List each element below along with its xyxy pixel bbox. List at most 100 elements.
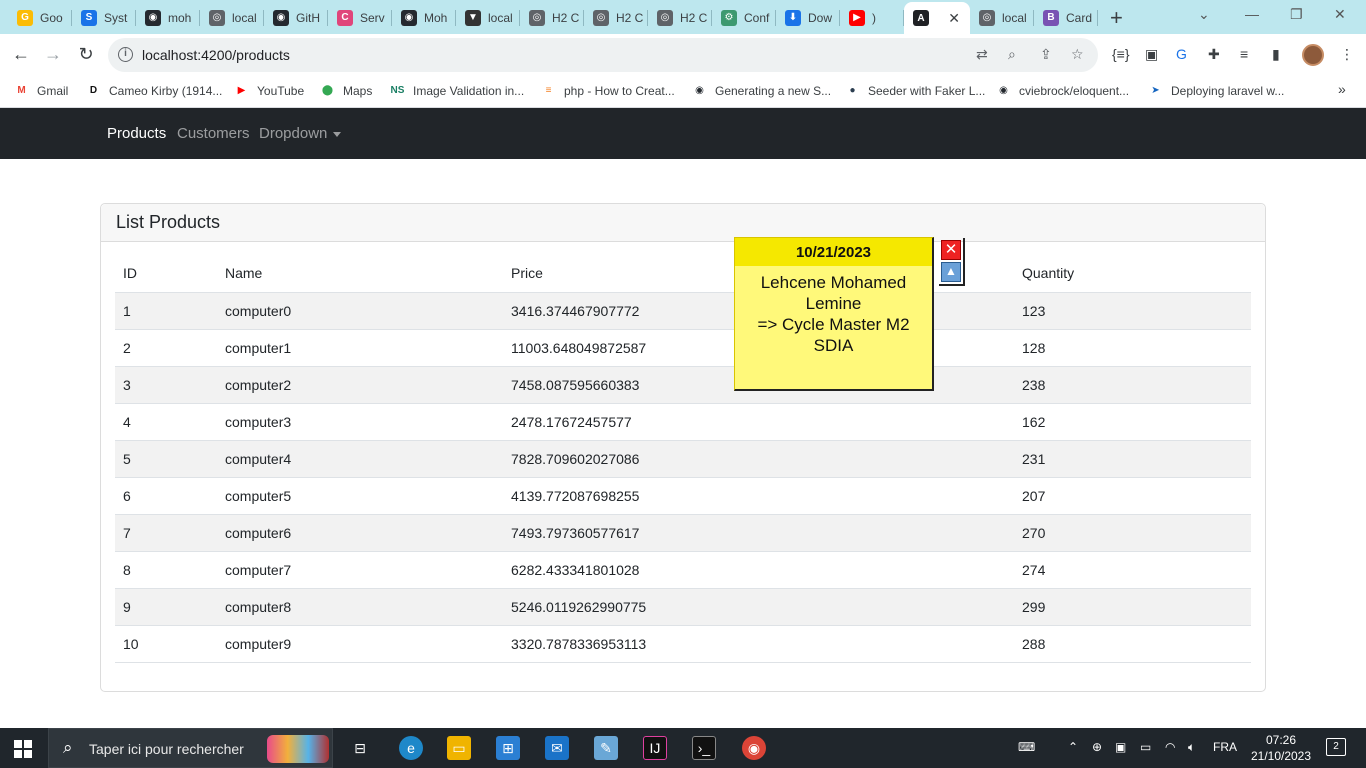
bookmark-star-icon[interactable]: ☆ bbox=[1071, 46, 1084, 63]
url-text[interactable]: localhost:4200/products bbox=[142, 47, 290, 63]
browser-tab[interactable]: ◉ Moh bbox=[392, 4, 456, 31]
tray-chevron-icon[interactable]: ⌃ bbox=[1068, 740, 1078, 754]
store-icon[interactable]: ⊞ bbox=[496, 736, 520, 760]
tab-label: H2 C bbox=[680, 10, 708, 25]
cell-price: 5246.0119262990775 bbox=[503, 588, 1014, 626]
nav-products[interactable]: Products bbox=[107, 125, 166, 142]
mail-icon[interactable]: ✉ bbox=[545, 736, 569, 760]
bookmark-item[interactable]: ◉ cviebrock/eloquent... bbox=[996, 83, 1129, 98]
browser-tab[interactable]: S Syst bbox=[72, 4, 136, 31]
sticky-note[interactable]: 10/21/2023 Lehcene Mohamed Lemine => Cyc… bbox=[734, 237, 965, 391]
bookmark-item[interactable]: D Cameo Kirby (1914... bbox=[86, 83, 223, 98]
edge-icon[interactable]: e bbox=[399, 736, 423, 760]
cell-name: computer6 bbox=[217, 514, 503, 552]
zoom-icon[interactable]: ⌕ bbox=[1008, 46, 1016, 63]
search-highlight-image bbox=[267, 735, 329, 763]
extensions-puzzle-icon[interactable]: ✚ bbox=[1208, 46, 1220, 63]
address-bar[interactable]: i localhost:4200/products ⇄ ⌕ ⇪ ☆ bbox=[108, 38, 1098, 72]
browser-tab[interactable]: ▶) bbox=[840, 4, 904, 31]
tray-device-icon[interactable]: ⊕ bbox=[1092, 740, 1102, 754]
wifi-icon[interactable]: ◠ bbox=[1165, 740, 1175, 754]
cell-name: computer1 bbox=[217, 329, 503, 367]
chrome-icon[interactable]: ◉ bbox=[742, 736, 766, 760]
notepad-icon[interactable]: ✎ bbox=[594, 736, 618, 760]
tab-label: local bbox=[488, 10, 513, 25]
table-row: 1 computer0 3416.374467907772 123 bbox=[115, 292, 1251, 330]
cell-id: 1 bbox=[115, 292, 217, 330]
tab-separator bbox=[1097, 10, 1098, 26]
tab-favicon-icon: ◎ bbox=[529, 9, 545, 26]
tab-favicon-icon: ⬇ bbox=[785, 9, 801, 26]
profile-avatar[interactable] bbox=[1302, 44, 1324, 66]
browser-tab[interactable]: ◎ H2 C bbox=[520, 4, 584, 31]
browser-tab[interactable]: ⚙ Conf bbox=[712, 4, 776, 31]
side-panel-icon[interactable]: ▮ bbox=[1272, 46, 1280, 63]
browser-tab[interactable]: ◎ local bbox=[970, 4, 1034, 31]
browser-tab[interactable]: C Serv bbox=[328, 4, 392, 31]
tray-app-icon[interactable]: ▣ bbox=[1115, 740, 1126, 754]
nav-customers[interactable]: Customers bbox=[177, 125, 250, 142]
browser-tab-active[interactable]: A ✕ bbox=[904, 2, 970, 34]
tab-search-icon[interactable]: ⌄ bbox=[1198, 6, 1210, 23]
cell-name: computer3 bbox=[217, 403, 503, 441]
column-header-name: Name bbox=[217, 255, 503, 293]
volume-icon[interactable]: 🔈︎ bbox=[1188, 740, 1195, 755]
notification-center-icon[interactable]: 2 bbox=[1326, 738, 1346, 756]
share-icon[interactable]: ⇪ bbox=[1040, 46, 1052, 63]
bookmark-item[interactable]: ▶ YouTube bbox=[234, 83, 305, 98]
taskbar-clock[interactable]: 07:26 21/10/2023 bbox=[1248, 732, 1314, 764]
reload-icon[interactable]: ↻ bbox=[75, 44, 97, 65]
cell-name: computer4 bbox=[217, 440, 503, 478]
restore-icon[interactable]: ❐ bbox=[1290, 6, 1303, 23]
browser-tab[interactable]: ◉ GitH bbox=[264, 4, 328, 31]
bookmark-item[interactable]: ≡ php - How to Creat... bbox=[541, 83, 675, 98]
nav-dropdown[interactable]: Dropdown bbox=[259, 125, 342, 142]
bookmark-favicon-icon: ≡ bbox=[545, 85, 552, 96]
bookmark-item[interactable]: ◉ Generating a new S... bbox=[692, 83, 831, 98]
extension-json-icon[interactable]: {≡} bbox=[1112, 46, 1130, 62]
tab-favicon-icon: ◎ bbox=[979, 9, 995, 26]
browser-tab[interactable]: ◎ local bbox=[200, 4, 264, 31]
bookmark-item[interactable]: NS Image Validation in... bbox=[390, 83, 525, 98]
sticky-note-line: SDIA bbox=[813, 336, 854, 355]
translate-icon[interactable]: ⇄ bbox=[976, 46, 988, 63]
task-view-icon[interactable]: ⊟ bbox=[348, 736, 372, 760]
file-explorer-icon[interactable]: ▭ bbox=[447, 736, 471, 760]
google-translate-icon[interactable]: G bbox=[1176, 46, 1187, 62]
browser-tab[interactable]: ◎ H2 C bbox=[584, 4, 648, 31]
intellij-icon[interactable]: IJ bbox=[643, 736, 667, 760]
browser-tab[interactable]: ◎ H2 C bbox=[648, 4, 712, 31]
extension-media-icon[interactable]: ▣ bbox=[1145, 46, 1158, 63]
taskbar-search[interactable]: ⌕ Taper ici pour rechercher bbox=[48, 728, 333, 768]
menu-kebab-icon[interactable]: ⋮ bbox=[1340, 46, 1354, 63]
terminal-icon[interactable]: ›_ bbox=[692, 736, 716, 760]
browser-tab[interactable]: G Goo bbox=[8, 4, 72, 31]
angular-favicon-icon: A bbox=[913, 10, 929, 26]
sticky-close-icon[interactable]: ✕ bbox=[941, 240, 961, 260]
site-info-icon[interactable]: i bbox=[118, 47, 133, 62]
battery-icon[interactable]: ▭ bbox=[1140, 740, 1151, 754]
bookmark-item[interactable]: ➤ Deploying laravel w... bbox=[1148, 83, 1284, 98]
browser-tab[interactable]: ▼ local bbox=[456, 4, 520, 31]
close-tab-icon[interactable]: ✕ bbox=[948, 10, 960, 27]
sticky-collapse-icon[interactable]: ▲ bbox=[941, 262, 961, 282]
minimize-icon[interactable]: — bbox=[1245, 6, 1259, 22]
close-window-icon[interactable]: ✕ bbox=[1334, 6, 1346, 23]
bookmark-item[interactable]: ⬤ Maps bbox=[320, 83, 372, 98]
browser-tab[interactable]: ◉ moh bbox=[136, 4, 200, 31]
app-navbar: Products Customers Dropdown bbox=[0, 108, 1366, 159]
keyboard-icon[interactable]: ⌨ bbox=[1018, 740, 1035, 754]
new-tab-button[interactable]: + bbox=[1110, 5, 1123, 31]
language-indicator[interactable]: FRA bbox=[1213, 740, 1237, 754]
bookmark-label: Maps bbox=[343, 83, 373, 98]
browser-tab[interactable]: ⬇ Dow bbox=[776, 4, 840, 31]
windows-start-icon[interactable] bbox=[14, 740, 32, 758]
browser-tab[interactable]: B Card bbox=[1034, 4, 1098, 31]
bookmark-item[interactable]: ● Seeder with Faker L... bbox=[845, 83, 985, 98]
forward-icon[interactable]: → bbox=[42, 44, 64, 65]
bookmark-item[interactable]: M Gmail bbox=[14, 83, 68, 98]
back-icon[interactable]: ← bbox=[10, 44, 32, 65]
tab-label: Moh bbox=[424, 10, 448, 25]
bookmarks-overflow-icon[interactable]: » bbox=[1338, 81, 1346, 97]
reading-list-icon[interactable]: ≡ bbox=[1240, 46, 1248, 62]
